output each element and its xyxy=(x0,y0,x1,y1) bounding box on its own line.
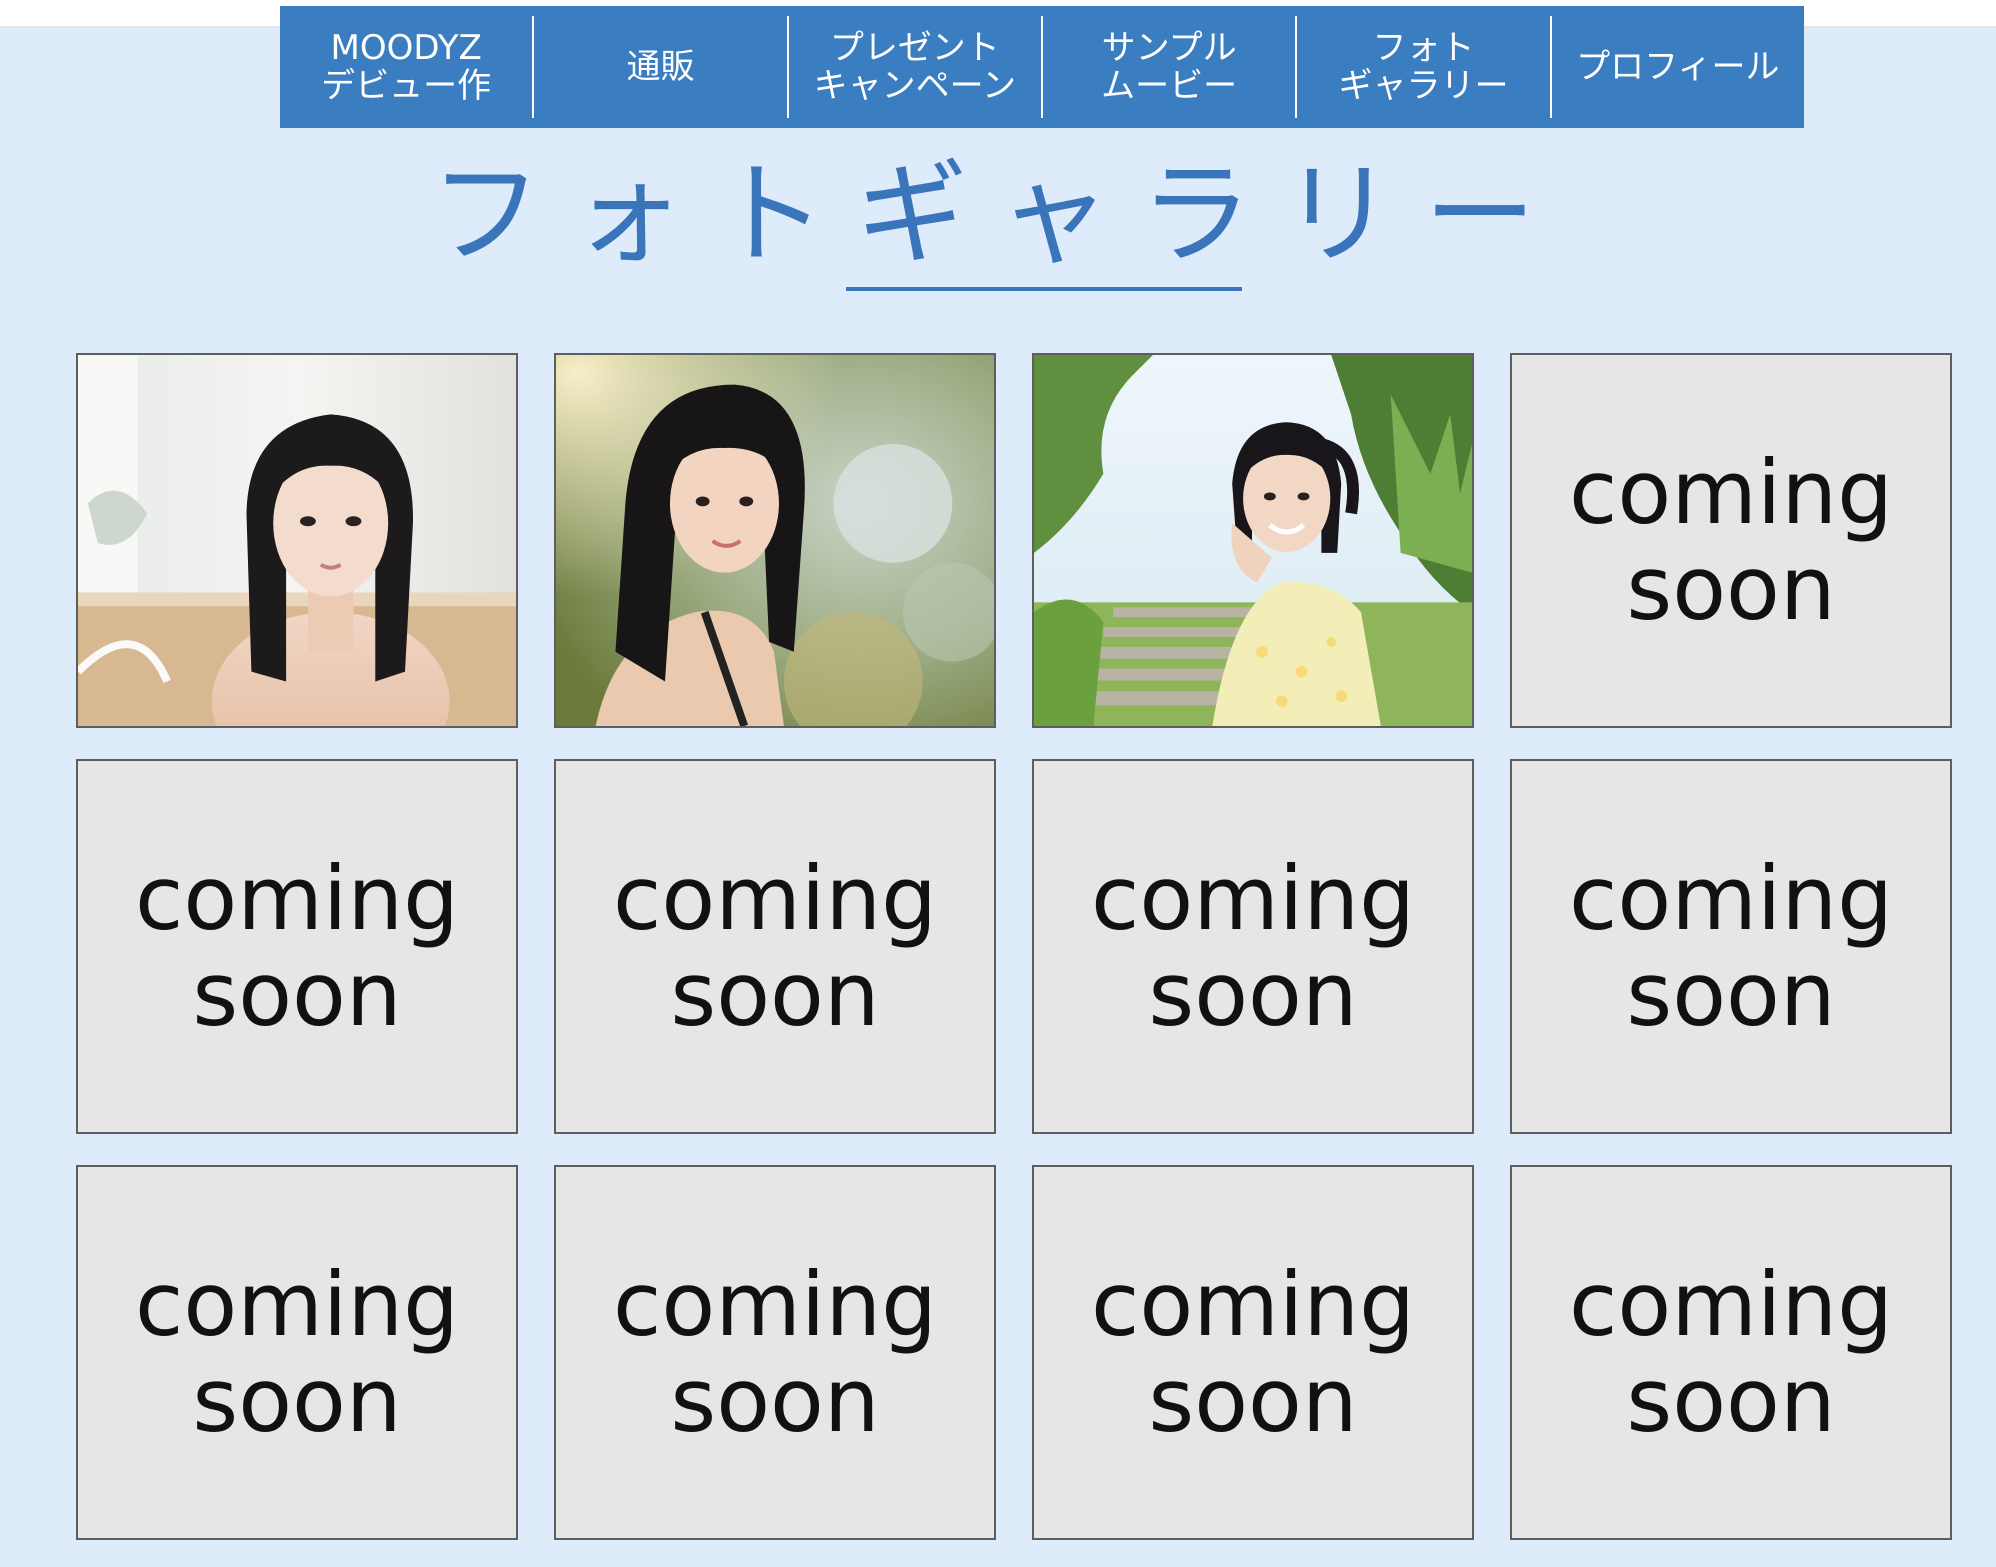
title-underline xyxy=(846,287,1242,291)
gallery-placeholder[interactable]: coming soon xyxy=(76,759,518,1134)
nav-item-shop[interactable]: 通販 xyxy=(532,16,786,118)
photo-3-image xyxy=(1034,355,1472,726)
gallery-placeholder[interactable]: coming soon xyxy=(554,759,996,1134)
coming-soon-label: coming soon xyxy=(612,1252,938,1452)
photo-gallery-grid: coming soon coming soon coming soon comi… xyxy=(76,353,1952,1540)
gallery-placeholder[interactable]: coming soon xyxy=(1032,759,1474,1134)
main-nav: MOODYZ デビュー作 通販 プレゼント キャンペーン サンプル ムービー フ… xyxy=(280,6,1804,128)
nav-item-profile[interactable]: プロフィール xyxy=(1549,16,1804,118)
gallery-placeholder[interactable]: coming soon xyxy=(554,1165,996,1540)
gallery-photo-1[interactable] xyxy=(76,353,518,728)
gallery-placeholder[interactable]: coming soon xyxy=(76,1165,518,1540)
gallery-placeholder[interactable]: coming soon xyxy=(1510,759,1952,1134)
nav-item-photo-gallery[interactable]: フォト ギャラリー xyxy=(1295,16,1549,118)
coming-soon-label: coming soon xyxy=(1568,440,1894,640)
nav-item-debut[interactable]: MOODYZ デビュー作 xyxy=(280,16,532,118)
coming-soon-label: coming soon xyxy=(1090,1252,1416,1452)
page-title: フォトギャラリー xyxy=(430,150,1566,280)
coming-soon-label: coming soon xyxy=(612,846,938,1046)
photo-1-image xyxy=(78,355,516,726)
gallery-placeholder[interactable]: coming soon xyxy=(1032,1165,1474,1540)
gallery-placeholder[interactable]: coming soon xyxy=(1510,353,1952,728)
coming-soon-label: coming soon xyxy=(1568,846,1894,1046)
nav-item-sample-movie[interactable]: サンプル ムービー xyxy=(1040,16,1295,118)
gallery-photo-2[interactable] xyxy=(554,353,996,728)
gallery-placeholder[interactable]: coming soon xyxy=(1510,1165,1952,1540)
coming-soon-label: coming soon xyxy=(1090,846,1416,1046)
gallery-photo-3[interactable] xyxy=(1032,353,1474,728)
coming-soon-label: coming soon xyxy=(1568,1252,1894,1452)
nav-item-present-campaign[interactable]: プレゼント キャンペーン xyxy=(786,16,1041,118)
coming-soon-label: coming soon xyxy=(134,846,460,1046)
photo-2-image xyxy=(556,355,994,726)
coming-soon-label: coming soon xyxy=(134,1252,460,1452)
